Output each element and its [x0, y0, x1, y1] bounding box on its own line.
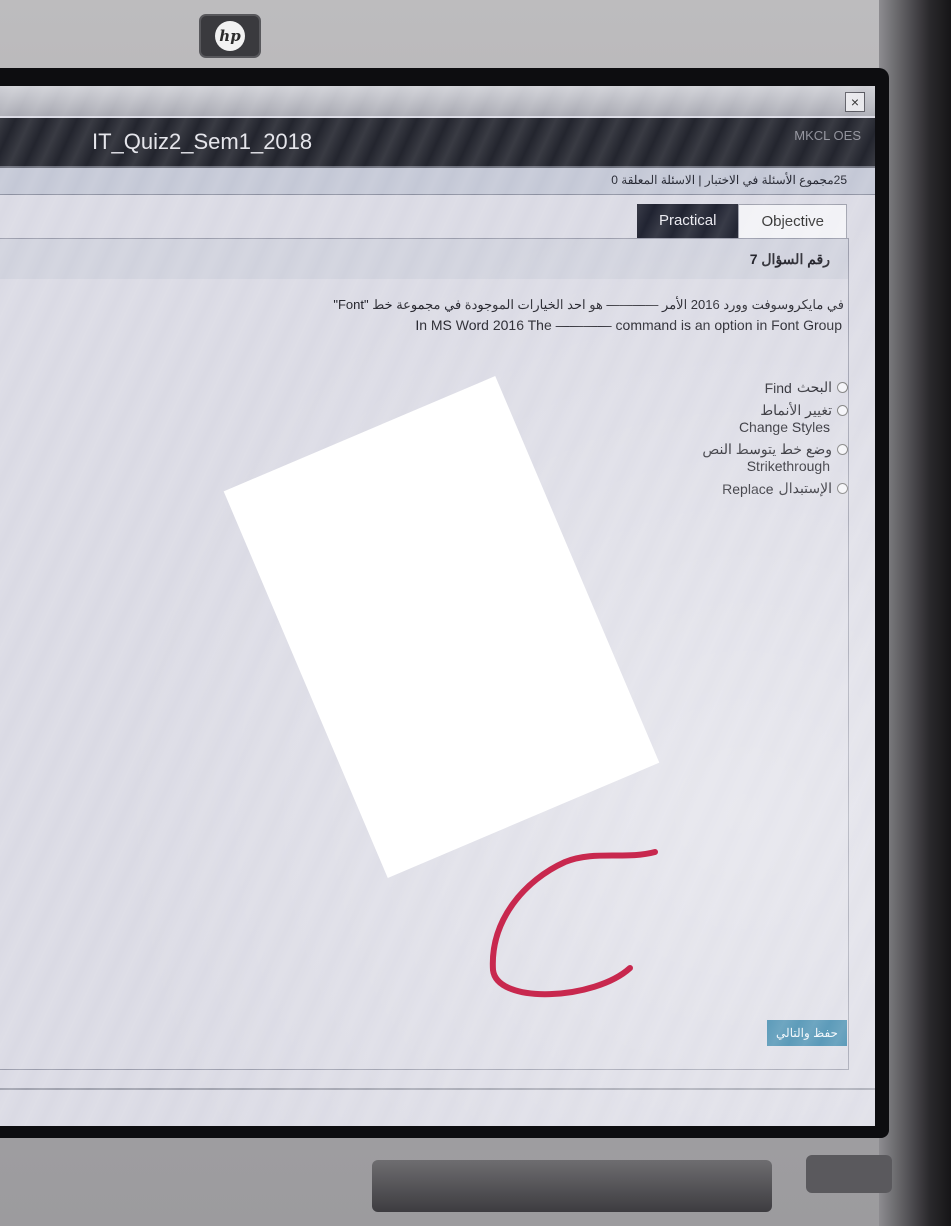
option-en: Strikethrough [746, 458, 830, 474]
quiz-title: IT_Quiz2_Sem1_2018 [92, 129, 313, 154]
option-ar: الإستبدال [778, 480, 832, 496]
tab-practical[interactable]: Practical [636, 204, 739, 238]
question-text-arabic: في مايكروسوفت وورد 2016 الأمر ———— هو اح… [333, 297, 844, 312]
brand-label: MKCL OES [794, 128, 861, 143]
bezel-button [806, 1155, 892, 1193]
hp-logo: hp [199, 14, 261, 58]
footer-divider [0, 1088, 875, 1090]
save-next-button[interactable]: حفظ والتالي [767, 1020, 847, 1046]
radio-button-icon[interactable] [837, 382, 848, 393]
hp-logo-mark: hp [215, 21, 245, 51]
radio-button-icon[interactable] [837, 405, 848, 416]
quiz-header: IT_Quiz2_Sem1_2018 MKCL OES [0, 118, 875, 168]
radio-button-icon[interactable] [837, 483, 848, 494]
option-en: Replace [722, 480, 774, 497]
pen-mark-icon [489, 849, 658, 998]
section-tabs: Practical Objective [636, 204, 847, 239]
option-en: Find [764, 379, 792, 396]
question-number-bar: رقم السؤال 7 [0, 239, 848, 279]
question-count-status: 25مجموع الأسئلة في الاختبار | الاسئلة ال… [611, 173, 847, 187]
close-button[interactable]: × [845, 92, 865, 112]
bezel-right-edge [879, 0, 951, 1226]
radio-button-icon[interactable] [837, 444, 848, 455]
status-bar: 25مجموع الأسئلة في الاختبار | الاسئلة ال… [0, 168, 875, 195]
tab-objective[interactable]: Objective [738, 204, 847, 239]
option-ar: وضع خط يتوسط النص [702, 441, 832, 457]
option-en: Change Styles [738, 419, 830, 435]
laptop-hinge [372, 1160, 772, 1212]
option-ar: تغيير الأنماط [760, 402, 832, 418]
window-titlebar: × [0, 86, 875, 116]
question-number: رقم السؤال 7 [749, 251, 830, 267]
question-text-english: In MS Word 2016 The ———— command is an o… [415, 317, 842, 333]
option-ar: البحث [796, 379, 832, 395]
